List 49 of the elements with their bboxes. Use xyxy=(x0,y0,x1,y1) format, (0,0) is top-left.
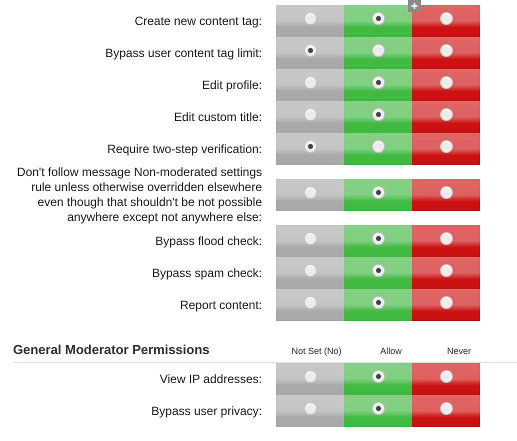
radio-button[interactable] xyxy=(372,12,384,24)
radio-button[interactable] xyxy=(372,370,384,382)
radio-button[interactable] xyxy=(304,296,316,308)
radio-button[interactable] xyxy=(304,264,316,276)
permission-label: Edit custom title: xyxy=(172,110,263,124)
radio-button[interactable] xyxy=(304,186,316,198)
permission-label: Report content: xyxy=(178,298,263,312)
permission-label: Require two-step verification: xyxy=(106,142,263,156)
radio-button[interactable] xyxy=(372,296,384,308)
plus-icon[interactable] xyxy=(408,0,421,12)
permission-label: Don't follow message Non-moderated settings rule unless otherwise overridden elsewhere even though that shouldn't be not possible anywhere except not anywhere else: xyxy=(16,165,263,225)
radio-button[interactable] xyxy=(304,12,316,24)
permission-label: Bypass user content tag limit: xyxy=(104,46,263,60)
radio-button[interactable] xyxy=(304,140,316,152)
radio-button[interactable] xyxy=(440,12,452,24)
radio-button[interactable] xyxy=(372,44,384,56)
radio-button[interactable] xyxy=(372,402,384,414)
radio-button[interactable] xyxy=(440,140,452,152)
radio-button[interactable] xyxy=(372,108,384,120)
radio-button[interactable] xyxy=(440,402,452,414)
radio-button[interactable] xyxy=(372,186,384,198)
radio-button[interactable] xyxy=(440,108,452,120)
permission-label: View IP addresses: xyxy=(158,372,263,386)
column-heading: Not Set (No) xyxy=(290,344,342,356)
column-heading: Never xyxy=(446,344,472,356)
radio-button[interactable] xyxy=(440,296,452,308)
permission-label: Create new content tag: xyxy=(134,14,263,28)
permission-label: Bypass user privacy: xyxy=(150,404,263,418)
radio-button[interactable] xyxy=(372,232,384,244)
radio-button[interactable] xyxy=(304,370,316,382)
column-heading: Allow xyxy=(379,344,403,356)
radio-button[interactable] xyxy=(304,76,316,88)
radio-button[interactable] xyxy=(440,76,452,88)
radio-button[interactable] xyxy=(440,232,452,244)
radio-button[interactable] xyxy=(304,232,316,244)
radio-button[interactable] xyxy=(304,108,316,120)
radio-button[interactable] xyxy=(304,402,316,414)
radio-button[interactable] xyxy=(304,44,316,56)
radio-button[interactable] xyxy=(372,264,384,276)
permission-label: Bypass spam check: xyxy=(150,266,263,280)
radio-button[interactable] xyxy=(372,76,384,88)
radio-button[interactable] xyxy=(440,44,452,56)
radio-button[interactable] xyxy=(440,186,452,198)
permission-label: Bypass flood check: xyxy=(154,234,263,248)
permission-label: Edit profile: xyxy=(200,78,263,92)
section-heading: General Moderator Permissions xyxy=(13,342,211,357)
radio-button[interactable] xyxy=(440,370,452,382)
radio-button[interactable] xyxy=(440,264,452,276)
radio-button[interactable] xyxy=(372,140,384,152)
